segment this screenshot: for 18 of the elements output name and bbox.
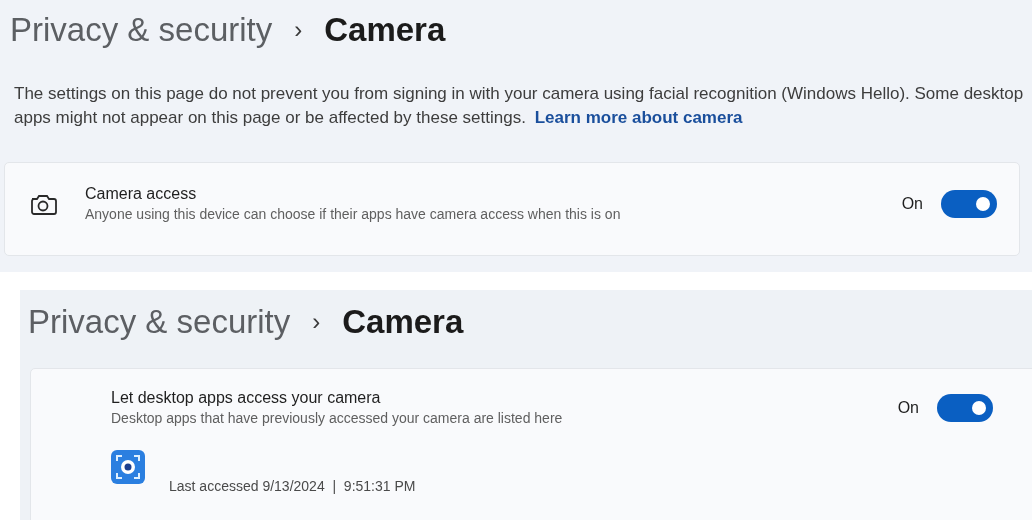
breadcrumb-separator: › [312,308,321,336]
setting-title: Let desktop apps access your camera [111,389,382,407]
breadcrumb-parent[interactable]: Privacy & security [10,11,273,49]
breadcrumb-current: Camera [342,303,464,341]
breadcrumb-separator: › [294,16,303,44]
app-icon [111,450,145,484]
notice-text: The settings on this page do not prevent you from signing in with your camera using facial recognition (Windows Hello). Some desktop apps might not appear on this page or be affected by these settings. Learn more about camera [14,83,1025,129]
breadcrumb-parent[interactable]: Privacy & security [28,303,291,341]
last-accessed-text: Last accessed 9/13/2024 | 9:51:31 PM [169,478,416,494]
setting-title: Camera access [85,185,198,203]
learn-more-link[interactable]: Learn more about camera [534,108,743,127]
breadcrumb-current: Camera [324,11,446,49]
toggle-switch[interactable] [941,189,997,218]
toggle-state-label: On [897,398,919,417]
toggle-switch[interactable] [937,393,993,422]
toggle-state-label: On [901,194,923,213]
setting-description: Desktop apps that have previously accessed your camera are listed here [111,410,564,426]
setting-description: Anyone using this device can choose if their apps have camera access when this is on [85,206,622,222]
